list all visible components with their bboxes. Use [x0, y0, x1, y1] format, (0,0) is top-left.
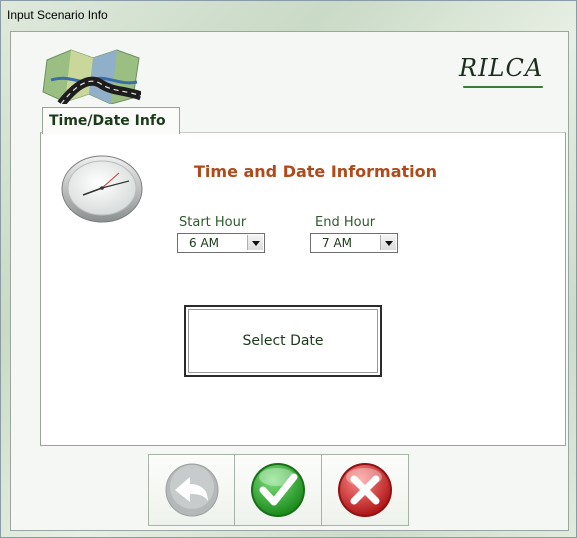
start-hour-value: 6 AM	[189, 236, 220, 250]
checkmark-icon	[251, 463, 305, 517]
logo-underline	[463, 86, 543, 88]
title-bar[interactable]: Input Scenario Info	[1, 1, 576, 31]
select-date-button[interactable]: Select Date	[184, 305, 382, 377]
map-road-icon	[42, 49, 141, 104]
x-close-icon	[338, 463, 392, 517]
cancel-button[interactable]	[321, 454, 409, 526]
tab-label: Time/Date Info	[49, 113, 166, 129]
start-hour-select[interactable]: 6 AM	[177, 233, 265, 253]
tab-time-date-info[interactable]: Time/Date Info	[42, 107, 180, 134]
rilca-logo: RILCA	[459, 54, 544, 82]
chevron-down-icon[interactable]	[380, 235, 396, 250]
end-hour-value: 7 AM	[322, 236, 353, 250]
select-date-label: Select Date	[242, 333, 324, 349]
clock-icon	[61, 155, 143, 223]
window-title: Input Scenario Info	[7, 8, 108, 22]
time-date-panel: Time and Date Information Start Hour 6 A…	[40, 132, 566, 446]
back-arrow-icon	[165, 463, 219, 517]
ok-button[interactable]	[234, 454, 322, 526]
panel-heading: Time and Date Information	[194, 162, 438, 181]
end-hour-select[interactable]: 7 AM	[310, 233, 398, 253]
dialog-window: Input Scenario Info RILCA Time/Date Info	[0, 0, 577, 538]
end-hour-label: End Hour	[315, 215, 376, 230]
chevron-down-icon[interactable]	[247, 235, 263, 250]
back-button[interactable]	[148, 454, 236, 526]
dialog-client-area: RILCA Time/Date Info Time and Date Infor…	[10, 31, 569, 531]
start-hour-label: Start Hour	[179, 215, 247, 230]
